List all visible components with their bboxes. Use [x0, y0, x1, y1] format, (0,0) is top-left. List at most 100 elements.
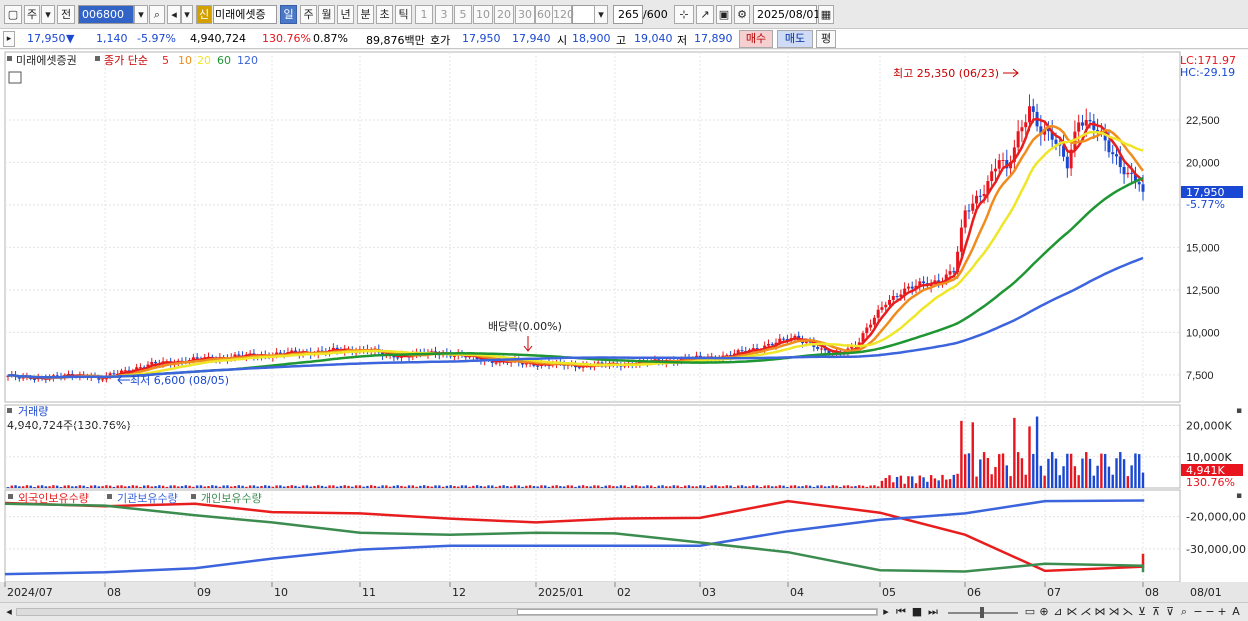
volume-bar-37: [146, 485, 150, 488]
eval-button[interactable]: 평: [816, 30, 836, 48]
volume-bar-219: [835, 485, 838, 488]
period-tab-4[interactable]: 분: [357, 5, 374, 24]
crosshair-icon[interactable]: ⊹: [674, 5, 694, 24]
tool-g-icon[interactable]: ⊻: [1136, 605, 1148, 619]
stock-code-input[interactable]: 006800: [78, 5, 134, 24]
stop-icon[interactable]: ■: [910, 605, 924, 619]
tool-e-icon[interactable]: ⋊: [1108, 605, 1120, 619]
count-input[interactable]: 265: [613, 5, 643, 24]
sell-button[interactable]: 매도: [777, 30, 813, 48]
interval-button-120[interactable]: 120: [552, 5, 574, 24]
volume-bar-103: [396, 485, 399, 488]
volume-bar-243: [926, 481, 929, 488]
volume-bar-54: [211, 485, 214, 488]
tool-i-icon[interactable]: ⊽: [1164, 605, 1176, 619]
period-tab-1[interactable]: 주: [300, 5, 317, 24]
volume-bar-81: [313, 485, 316, 488]
interval-button-3[interactable]: 3: [435, 5, 453, 24]
date-input[interactable]: 2025/08/01: [753, 5, 820, 24]
volume-bar-93: [358, 485, 362, 488]
trend-tool-icon[interactable]: ↗: [696, 5, 714, 24]
volume-bar-106: [407, 485, 411, 488]
volume-bar-231: [880, 480, 884, 488]
quote-ask: 17,940: [512, 32, 551, 45]
period-tab-3[interactable]: 년: [337, 5, 354, 24]
period-tab-2[interactable]: 월: [318, 5, 335, 24]
interval-button-1[interactable]: 1: [415, 5, 433, 24]
volume-bar-248: [945, 479, 948, 488]
volume-bar-291: [1107, 466, 1111, 488]
market-type-button[interactable]: 주: [24, 5, 40, 24]
volume-bar-89: [343, 485, 346, 488]
interval-button-10[interactable]: 10: [473, 5, 493, 24]
interval-button-30[interactable]: 30: [515, 5, 535, 24]
speaker-dropdown-icon[interactable]: ▾: [181, 5, 193, 24]
volume-bar-71: [275, 485, 278, 488]
scrollbar-thumb[interactable]: [517, 609, 877, 615]
buy-button[interactable]: 매수: [739, 30, 773, 48]
code-dropdown-icon[interactable]: ▾: [134, 5, 148, 24]
speaker-icon[interactable]: ◂: [167, 5, 181, 24]
window-icon[interactable]: ▢: [4, 5, 22, 24]
chart-svg[interactable]: 7,500 10,000 12,500 15,000 20,000 22,500 미래에셋증…: [0, 50, 1248, 602]
market-dropdown-icon[interactable]: ▾: [41, 5, 55, 24]
candle-body-254: [967, 210, 971, 212]
separator-icon: −: [1205, 605, 1215, 618]
scroll-right-icon[interactable]: ▸: [880, 605, 892, 619]
candle-body-205: [782, 338, 786, 340]
legend-stock-name: 미래에셋증권: [16, 54, 77, 67]
horizontal-scrollbar[interactable]: [16, 608, 878, 616]
volume-bar-152: [581, 485, 585, 488]
interval-dropdown-icon[interactable]: ▾: [594, 5, 608, 24]
candle-body-233: [888, 299, 892, 305]
calendar-icon[interactable]: ▦: [818, 5, 834, 24]
tool-h-icon[interactable]: ⊼: [1150, 605, 1162, 619]
volume-bar-96: [370, 485, 373, 488]
quote-expand-icon[interactable]: ▸: [3, 31, 15, 47]
low-annotation: 최저 6,600 (08/05): [130, 374, 229, 387]
prev-button[interactable]: 전: [57, 5, 75, 24]
zoom-search-icon[interactable]: ⌕: [1178, 605, 1190, 619]
volume-bar-247: [941, 474, 944, 488]
period-tab-5[interactable]: 초: [376, 5, 393, 24]
tool-c-icon[interactable]: ⋌: [1080, 605, 1092, 619]
volume-bar-239: [911, 476, 914, 488]
link-icon[interactable]: ⊕: [1038, 605, 1050, 619]
zoom-slider-handle[interactable]: [980, 607, 984, 618]
chart-area[interactable]: 7,500 10,000 12,500 15,000 20,000 22,500 미래에셋증…: [0, 50, 1248, 602]
volume-bar-188: [718, 486, 721, 488]
zoom-in-icon[interactable]: +: [1216, 605, 1228, 619]
volume-bar-210: [801, 486, 804, 488]
interval-button-20[interactable]: 20: [494, 5, 514, 24]
tool-b-icon[interactable]: ⋉: [1066, 605, 1078, 619]
font-size-icon[interactable]: A: [1229, 605, 1243, 619]
first-page-icon[interactable]: ⏮: [894, 605, 908, 619]
last-page-icon[interactable]: ⏭: [926, 605, 940, 619]
volume-bar-176: [672, 485, 676, 488]
tool-a-icon[interactable]: ⊿: [1052, 605, 1064, 619]
gear-icon[interactable]: ⚙: [734, 5, 750, 24]
volume-bar-293: [1115, 458, 1118, 488]
toggle-icon[interactable]: ▭: [1024, 605, 1036, 619]
volume-bar-91: [351, 486, 354, 488]
tool-f-icon[interactable]: ⋋: [1122, 605, 1134, 619]
legend-ma-handle-icon: [95, 56, 100, 61]
volume-bar-74: [286, 485, 290, 488]
period-tab-0[interactable]: 일: [280, 5, 297, 24]
volume-bar-275: [1047, 458, 1050, 488]
search-icon[interactable]: ⌕: [149, 5, 165, 24]
quote-low: 17,890: [694, 32, 733, 45]
volume-bar-204: [778, 485, 781, 488]
scroll-left-icon[interactable]: ◂: [3, 605, 15, 619]
tool-d-icon[interactable]: ⋈: [1094, 605, 1106, 619]
quote-turnover: 0.87%: [313, 32, 348, 45]
volume-bar-125: [479, 486, 483, 488]
zoom-slider[interactable]: [948, 607, 1018, 618]
interval-button-5[interactable]: 5: [454, 5, 472, 24]
save-icon[interactable]: ▣: [716, 5, 732, 24]
zoom-out-icon[interactable]: −: [1192, 605, 1204, 619]
interval-button-60[interactable]: 60: [535, 5, 553, 24]
candle-body-214: [816, 347, 820, 349]
dividend-annotation: 배당락(0.00%): [488, 320, 562, 333]
period-tab-6[interactable]: 틱: [395, 5, 412, 24]
